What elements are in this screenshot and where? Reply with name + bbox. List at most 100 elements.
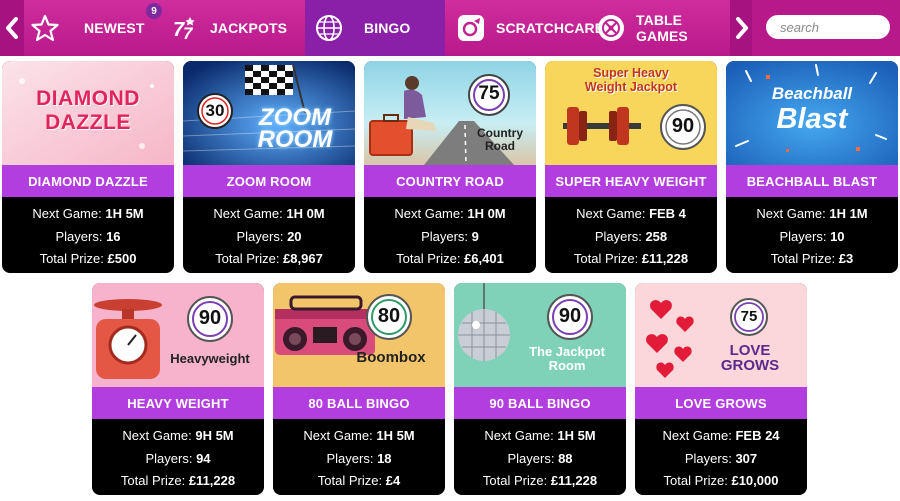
tab-table-games-label: TABLE GAMES: [636, 12, 688, 44]
globe-icon: [314, 13, 344, 43]
svg-text:7: 7: [183, 24, 194, 43]
game-name: 80 BALL BINGO: [273, 387, 445, 419]
players-label: Players:: [507, 450, 555, 466]
game-name: HEAVY WEIGHT: [92, 387, 264, 419]
players-label: Players:: [421, 228, 469, 244]
next-game-value: 1H 1M: [829, 206, 868, 221]
game-name: ZOOM ROOM: [183, 165, 355, 197]
bingo-ball-number: 30: [205, 101, 225, 120]
game-art-title: LOVE GROWS: [720, 342, 780, 374]
game-art-title: Boombox: [356, 349, 426, 366]
players-label: Players:: [684, 450, 732, 466]
prize-value: £11,228: [641, 251, 689, 266]
scratchcard-icon: [456, 13, 486, 43]
game-name: BEACHBALL BLAST: [726, 165, 898, 197]
prize-value: £6,401: [464, 251, 504, 266]
game-card-zoom-room[interactable]: 30 ZOOM ROOM ZOOM ROOM Next Game: 1H 0M P…: [183, 61, 355, 273]
game-name: 90 BALL BINGO: [454, 387, 626, 419]
bingo-ball-number: 90: [558, 305, 582, 327]
bingo-ball-number: 75: [740, 308, 758, 325]
game-name: SUPER HEAVY WEIGHT: [545, 165, 717, 197]
nav-prev-button[interactable]: [0, 0, 24, 56]
players-value: 10: [830, 228, 845, 244]
game-image: DIAMOND DAZZLE: [2, 61, 174, 165]
game-image: 75 Country Road: [364, 61, 536, 165]
next-game-label: Next Game:: [756, 206, 826, 221]
game-card-country-road[interactable]: 75 Country Road COUNTRY ROAD Next Game: 1…: [364, 61, 536, 273]
players-label: Players:: [55, 228, 103, 244]
prize-value: £500: [107, 251, 137, 266]
next-game-label: Next Game:: [662, 428, 732, 443]
sevens-icon: 77: [170, 13, 200, 43]
tab-newest[interactable]: NEWEST: [30, 0, 148, 56]
tab-jackpots[interactable]: 77 JACKPOTS: [170, 0, 300, 56]
game-image: 30 ZOOM ROOM: [183, 61, 355, 165]
chevron-right-icon: [736, 17, 748, 39]
next-game-label: Next Game:: [576, 206, 646, 221]
bingo-ball-number: 90: [198, 307, 222, 329]
category-nav: NEWEST 9 77 JACKPOTS BINGO SCRATCHCARDS …: [0, 0, 900, 56]
game-art-title: Country Road: [477, 126, 523, 153]
game-card-90-ball-bingo[interactable]: 90 The Jackpot Room 90 BALL BINGO Next Ga…: [454, 283, 626, 495]
game-card-diamond-dazzle[interactable]: DIAMOND DAZZLE DIAMOND DAZZLE Next Game: …: [2, 61, 174, 273]
chevron-left-icon: [6, 17, 18, 39]
tab-newest-label: NEWEST: [84, 20, 145, 36]
next-game-label: Next Game:: [484, 428, 554, 443]
game-image: Beachball Blast: [726, 61, 898, 165]
tab-scratchcards[interactable]: SCRATCHCARDS: [456, 0, 614, 56]
prize-label: Total Prize:: [120, 473, 186, 488]
game-image: 90 The Jackpot Room: [454, 283, 626, 387]
next-game-label: Next Game:: [303, 428, 373, 443]
game-image: 75 LOVE GROWS: [635, 283, 807, 387]
game-card-super-heavy-weight[interactable]: Super Heavy Weight Jackpot 90 SUPER HEAVY…: [545, 61, 717, 273]
players-label: Players:: [236, 228, 284, 244]
prize-value: £8,967: [283, 251, 323, 266]
players-value: 94: [196, 450, 211, 466]
next-game-label: Next Game:: [122, 428, 192, 443]
game-card-beachball-blast[interactable]: Beachball Blast BEACHBALL BLAST Next Game…: [726, 61, 898, 273]
star-icon: [30, 13, 60, 43]
next-game-value: 1H 5M: [105, 206, 144, 221]
next-game-value: FEB 4: [649, 206, 686, 221]
search-input[interactable]: [766, 15, 890, 39]
prize-value: £11,228: [550, 473, 598, 488]
players-value: 18: [377, 450, 392, 466]
new-count-badge: 9: [146, 3, 162, 19]
next-game-label: Next Game:: [394, 206, 464, 221]
game-art-title: Super Heavy Weight Jackpot: [584, 66, 678, 94]
prize-value: £11,228: [188, 473, 236, 488]
next-game-value: 9H 5M: [195, 428, 234, 443]
game-card-80-ball-bingo[interactable]: 80 Boombox 80 BALL BINGO Next Game: 1H 5…: [273, 283, 445, 495]
players-label: Players:: [594, 228, 642, 244]
game-image: 90 Heavyweight: [92, 283, 264, 387]
prize-label: Total Prize:: [482, 473, 548, 488]
game-name: LOVE GROWS: [635, 387, 807, 419]
players-value: 88: [558, 450, 573, 466]
nav-next-button[interactable]: [730, 0, 754, 56]
roulette-icon: [596, 13, 626, 43]
tab-table-games[interactable]: TABLE GAMES: [596, 0, 730, 56]
prize-value: £4: [385, 473, 401, 488]
game-image: Super Heavy Weight Jackpot 90: [545, 61, 717, 165]
tab-jackpots-label: JACKPOTS: [210, 20, 288, 36]
game-image: 80 Boombox: [273, 283, 445, 387]
prize-value: £3: [838, 251, 854, 266]
prize-label: Total Prize:: [663, 473, 728, 488]
prize-label: Total Prize:: [39, 251, 104, 266]
game-card-heavy-weight[interactable]: 90 Heavyweight HEAVY WEIGHT Next Game: 9…: [92, 283, 264, 495]
prize-label: Total Prize:: [770, 251, 836, 266]
bingo-ball-number: 80: [377, 305, 401, 327]
game-art-title: The Jackpot Room: [529, 344, 605, 373]
next-game-value: 1H 5M: [376, 428, 415, 443]
tab-bingo[interactable]: BINGO: [305, 0, 445, 56]
players-value: 9: [471, 228, 479, 244]
tab-bingo-label: BINGO: [364, 20, 411, 36]
next-game-value: 1H 0M: [286, 206, 325, 221]
game-card-love-grows[interactable]: 75 LOVE GROWS LOVE GROWS Next Game: FEB 2…: [635, 283, 807, 495]
game-art-title: ZOOM ROOM: [257, 104, 333, 153]
game-art-title: Heavyweight: [170, 351, 250, 366]
next-game-value: 1H 0M: [467, 206, 506, 221]
players-value: 16: [106, 228, 121, 244]
bingo-ball-number: 75: [478, 83, 500, 104]
prize-label: Total Prize:: [317, 473, 383, 488]
